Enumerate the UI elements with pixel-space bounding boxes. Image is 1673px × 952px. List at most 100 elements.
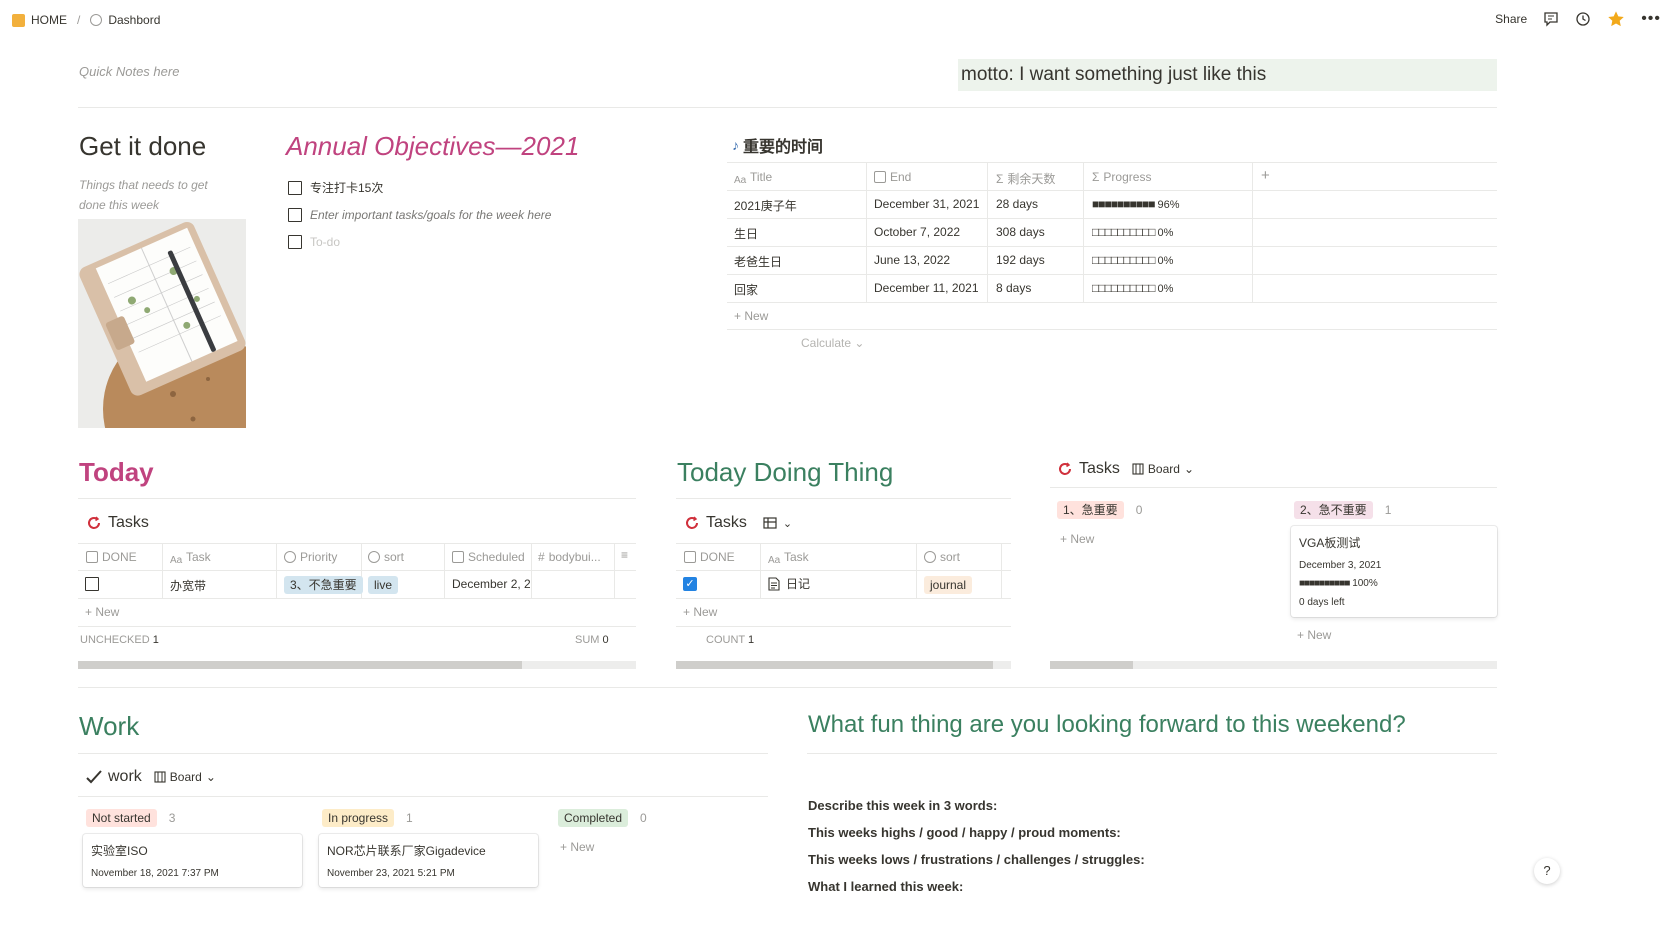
board-view-switch[interactable]: Board ⌄ — [1132, 462, 1194, 476]
new-row-button[interactable]: + New — [85, 605, 119, 619]
col-header-sort[interactable]: sort — [368, 550, 404, 564]
divider — [78, 107, 1497, 108]
col-header-task[interactable]: Aa Task — [170, 550, 211, 567]
title-cell[interactable]: 生日 — [734, 225, 758, 242]
prompt-describe-week[interactable]: Describe this week in 3 words: — [808, 792, 1145, 819]
col-header-task[interactable]: Aa Task — [768, 550, 809, 567]
end-date-cell[interactable]: December 31, 2021 — [874, 197, 979, 211]
progress-cell[interactable]: □□□□□□□□□□ 0% — [1092, 253, 1173, 267]
title-cell[interactable]: 回家 — [734, 281, 758, 298]
days-left-cell[interactable]: 28 days — [996, 197, 1038, 211]
task-cell[interactable]: 日记 — [768, 575, 810, 592]
unchecked-summary[interactable]: UNCHECKED 1 — [80, 634, 159, 646]
sort-cell[interactable]: journal — [924, 576, 973, 594]
days-left-cell[interactable]: 8 days — [996, 281, 1031, 295]
todo-placeholder[interactable]: To-do — [310, 235, 340, 249]
title-cell[interactable]: 2021庚子年 — [734, 197, 797, 214]
todo-text[interactable]: 专注打卡15次 — [310, 179, 383, 196]
prompt-lows[interactable]: This weeks lows / frustrations / challen… — [808, 846, 1145, 873]
divider — [78, 498, 636, 499]
scheduled-cell[interactable]: December 2, 20 — [452, 577, 530, 591]
more-options-icon[interactable]: ••• — [1641, 10, 1661, 28]
history-icon[interactable] — [1575, 11, 1591, 27]
board-group-header[interactable]: 2、急不重要 1 — [1294, 501, 1391, 519]
todo-text[interactable]: Enter important tasks/goals for the week… — [310, 208, 551, 222]
table-view-icon[interactable] — [763, 516, 777, 530]
get-it-done-subtitle: Things that needs to get done this week — [79, 175, 208, 215]
board-view-switch[interactable]: Board ⌄ — [154, 770, 216, 784]
col-divider — [1001, 543, 1002, 598]
work-db-title[interactable]: work Board ⌄ — [86, 768, 216, 786]
scrollbar-thumb[interactable] — [676, 661, 993, 669]
col-header-progress[interactable]: Σ Progress — [1092, 170, 1151, 184]
board-group-header[interactable]: 1、急重要 0 — [1057, 501, 1142, 519]
todo-checkbox[interactable] — [288, 234, 302, 249]
scrollbar-thumb[interactable] — [1050, 661, 1133, 669]
sum-summary[interactable]: SUM 0 — [575, 634, 609, 646]
done-checkbox-checked[interactable]: ✓ — [683, 577, 697, 591]
col-header-bodybuilding[interactable]: # bodybui... — [538, 550, 612, 564]
new-row-button[interactable]: + New — [734, 309, 768, 323]
col-header-days-left[interactable]: Σ 剩余天数 — [996, 170, 1055, 187]
today-db-title[interactable]: Tasks — [86, 514, 149, 532]
motto-callout[interactable]: motto: I want something just like this — [958, 59, 1497, 91]
priority-cell[interactable]: 3、不急重要 — [284, 576, 363, 594]
col-header-priority[interactable]: Priority — [284, 550, 337, 564]
table-row-border — [676, 598, 1011, 599]
end-date-cell[interactable]: June 13, 2022 — [874, 253, 950, 267]
days-left-cell[interactable]: 308 days — [996, 225, 1045, 239]
todo-checkbox[interactable] — [288, 180, 302, 195]
col-header-end[interactable]: End — [874, 170, 911, 184]
col-header-sort[interactable]: sort — [924, 550, 960, 564]
prompt-learned[interactable]: What I learned this week: — [808, 873, 1145, 900]
col-header-done[interactable]: DONE — [86, 550, 137, 564]
board-group-header[interactable]: In progress 1 — [322, 809, 413, 827]
new-card-button[interactable]: + New — [560, 840, 594, 854]
board-card[interactable]: 实验室ISO November 18, 2021 7:37 PM — [83, 834, 302, 887]
done-checkbox[interactable] — [85, 577, 99, 591]
todo-item: 专注打卡15次 — [288, 174, 551, 201]
col-header-title[interactable]: Aa Title — [734, 170, 772, 187]
comment-icon[interactable] — [1543, 11, 1559, 27]
progress-cell[interactable]: ■■■■■■■■■■ 96% — [1092, 197, 1180, 211]
today-doing-db-title[interactable]: Tasks ⌄ — [684, 514, 792, 532]
tasks-board-title[interactable]: Tasks Board ⌄ — [1057, 460, 1194, 478]
board-card[interactable]: VGA板测试 December 3, 2021 ■■■■■■■■■■ 100% … — [1291, 526, 1497, 617]
progress-bar: □□□□□□□□□□ — [1092, 225, 1155, 239]
new-row-button[interactable]: + New — [683, 605, 717, 619]
important-time-title-text: 重要的时间 — [743, 139, 824, 156]
new-card-button[interactable]: + New — [1060, 532, 1094, 546]
add-column-button[interactable]: + — [1261, 167, 1270, 184]
favorite-star-icon[interactable] — [1607, 10, 1625, 28]
scrollbar-thumb[interactable] — [78, 661, 522, 669]
breadcrumb-home[interactable]: HOME — [31, 13, 67, 27]
count-summary[interactable]: COUNT 1 — [706, 634, 754, 646]
help-button[interactable]: ? — [1534, 858, 1560, 884]
days-left-cell[interactable]: 192 days — [996, 253, 1045, 267]
progress-bar: □□□□□□□□□□ — [1092, 253, 1155, 267]
col-header-done[interactable]: DONE — [684, 550, 735, 564]
quick-notes[interactable]: Quick Notes here — [79, 64, 179, 79]
card-progress: ■■■■■■■■■■ 100% — [1299, 578, 1378, 589]
task-cell[interactable]: 办宽带 — [170, 577, 206, 594]
text-lines-icon: ≡ — [621, 548, 629, 562]
calculate-button[interactable]: Calculate ⌄ — [801, 336, 864, 350]
chevron-down-icon[interactable]: ⌄ — [783, 517, 792, 530]
new-card-button[interactable]: + New — [1297, 628, 1331, 642]
todo-checkbox[interactable] — [288, 207, 302, 222]
share-button[interactable]: Share — [1495, 12, 1527, 26]
breadcrumb-dashboard[interactable]: Dashbord — [108, 13, 160, 27]
board-group-header[interactable]: Completed 0 — [558, 809, 647, 827]
col-header-scheduled[interactable]: Scheduled — [452, 550, 525, 564]
board-card[interactable]: NOR芯片联系厂家Gigadevice November 23, 2021 5:… — [319, 834, 538, 887]
end-date-cell[interactable]: October 7, 2022 — [874, 225, 960, 239]
board-group-header[interactable]: Not started 3 — [86, 809, 175, 827]
title-cell[interactable]: 老爸生日 — [734, 253, 782, 270]
prompt-highs[interactable]: This weeks highs / good / happy / proud … — [808, 819, 1145, 846]
progress-cell[interactable]: □□□□□□□□□□ 0% — [1092, 225, 1173, 239]
progress-cell[interactable]: □□□□□□□□□□ 0% — [1092, 281, 1173, 295]
today-doing-heading: Today Doing Thing — [677, 457, 894, 487]
group-count: 0 — [1135, 503, 1143, 517]
sort-cell[interactable]: live — [368, 576, 399, 594]
end-date-cell[interactable]: December 11, 2021 — [874, 281, 979, 295]
